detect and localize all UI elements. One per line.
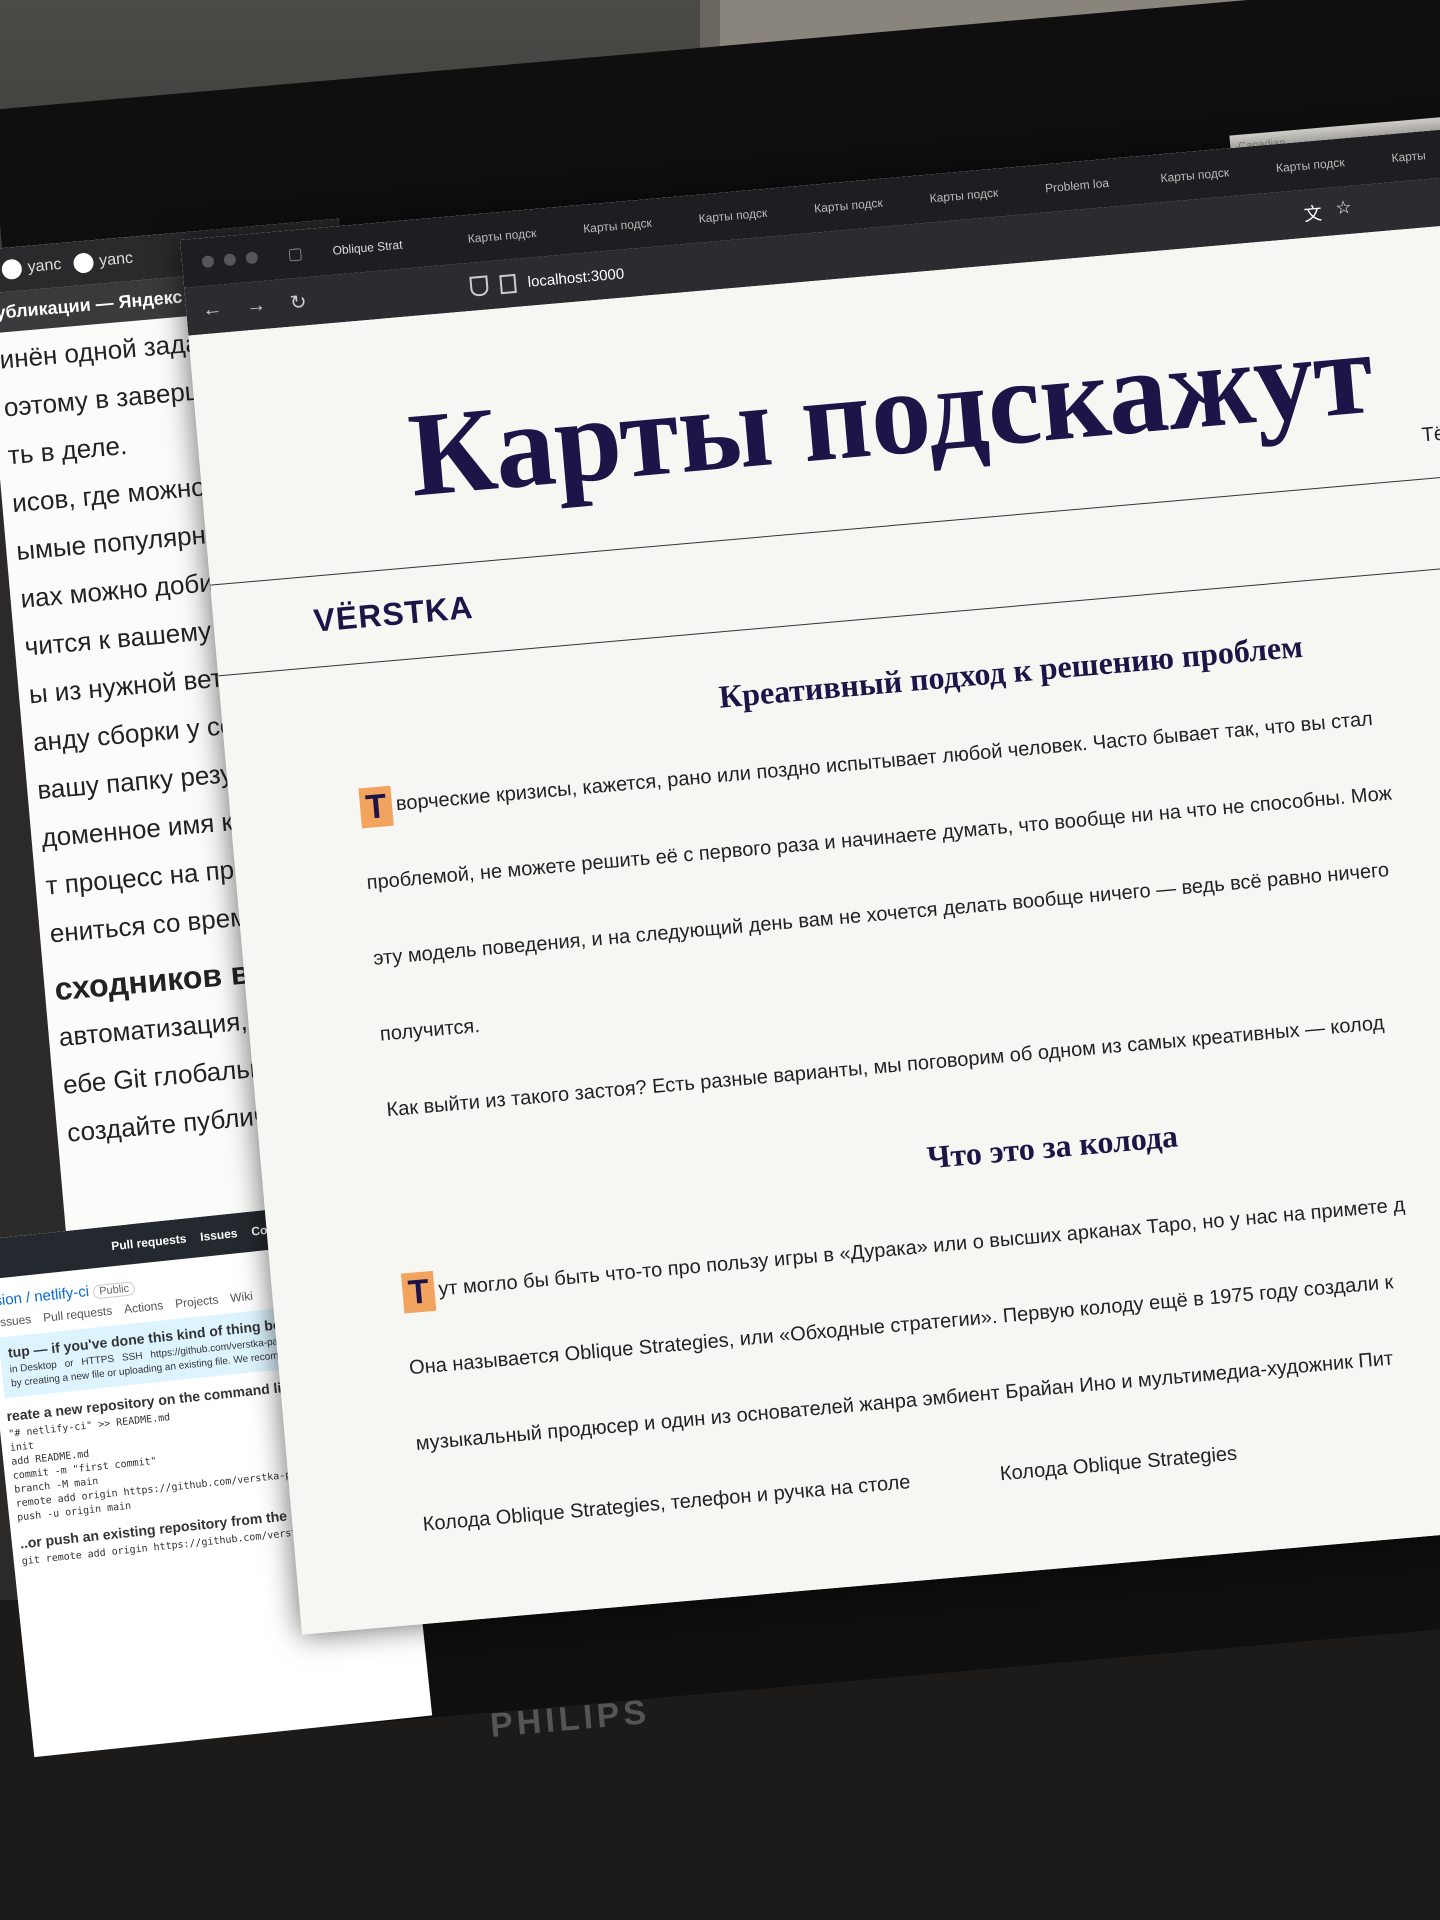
browser-tab[interactable]: Карты подск (688, 203, 805, 227)
minimize-dot[interactable] (223, 253, 237, 267)
tab-issues[interactable]: Issues (0, 1312, 32, 1330)
drop-cap: Т (358, 785, 394, 829)
image-caption: Колода Oblique Strategies, телефон и руч… (421, 1471, 912, 1536)
left-tab[interactable]: yanc (72, 249, 134, 274)
github-icon (0, 258, 23, 281)
browser-tab[interactable]: Oblique Strat (322, 233, 458, 259)
article: Креативный подход к решению проблем Твор… (222, 606, 1440, 1485)
github-icon (72, 252, 95, 274)
reload-icon[interactable]: ↻ (289, 289, 308, 315)
url-text: localhost:3000 (526, 264, 625, 291)
visibility-badge: Public (92, 1281, 136, 1300)
site-logo[interactable]: VЁRSTKA (312, 589, 475, 640)
browser-tab[interactable]: Карты (1381, 142, 1440, 166)
left-tab[interactable]: yanc (0, 255, 62, 281)
page-title: Карты подскажут (403, 304, 1378, 522)
translate-icon[interactable]: 文 (1303, 199, 1323, 226)
browser-tab[interactable]: Problem loa (1035, 172, 1152, 196)
theme-toggle[interactable]: Тёмная (1421, 418, 1440, 447)
tab-projects[interactable]: Projects (174, 1292, 219, 1310)
drop-cap: Т (400, 1270, 437, 1314)
zoom-dot[interactable] (245, 251, 259, 265)
tab-wiki[interactable]: Wiki (229, 1289, 253, 1305)
browser-tab[interactable]: Карты подск (573, 213, 690, 237)
open-desktop-option[interactable]: in Desktop (9, 1360, 57, 1376)
page-icon (499, 273, 517, 294)
browser-tab[interactable]: Карты подск (804, 192, 921, 216)
toolbar-right: 文 ☆ (1303, 197, 1353, 227)
browser-tab[interactable]: Карты подск (457, 223, 574, 247)
back-icon[interactable]: ← (201, 297, 223, 322)
page-content: Карты подскажут Тёмная VЁRSTKA Креативны… (188, 220, 1440, 1635)
nav-pull-requests[interactable]: Pull requests (111, 1231, 187, 1253)
tab-actions[interactable]: Actions (123, 1298, 164, 1316)
shield-icon (469, 275, 489, 297)
browser-tab[interactable]: Карты подск (919, 182, 1036, 206)
nav-issues[interactable]: Issues (200, 1226, 239, 1244)
bookmark-star-icon[interactable]: ☆ (1335, 197, 1353, 224)
forward-icon[interactable]: → (245, 293, 267, 318)
tab-pull-requests[interactable]: Pull requests (42, 1304, 112, 1325)
browser-tab[interactable]: Карты подск (1265, 152, 1382, 176)
ssh-option[interactable]: SSH (122, 1351, 144, 1364)
browser-window: ▢ Oblique Strat Карты подск Карты подск … (180, 124, 1440, 1635)
https-option[interactable]: HTTPS (81, 1354, 115, 1368)
tab-overview-icon[interactable]: ▢ (287, 243, 304, 264)
browser-tab[interactable]: Карты подск (1150, 162, 1267, 186)
image-caption: Колода Oblique Strategies (999, 1442, 1238, 1486)
window-controls (201, 251, 259, 269)
close-dot[interactable] (201, 255, 215, 269)
url-bar[interactable]: localhost:3000 (469, 263, 625, 297)
